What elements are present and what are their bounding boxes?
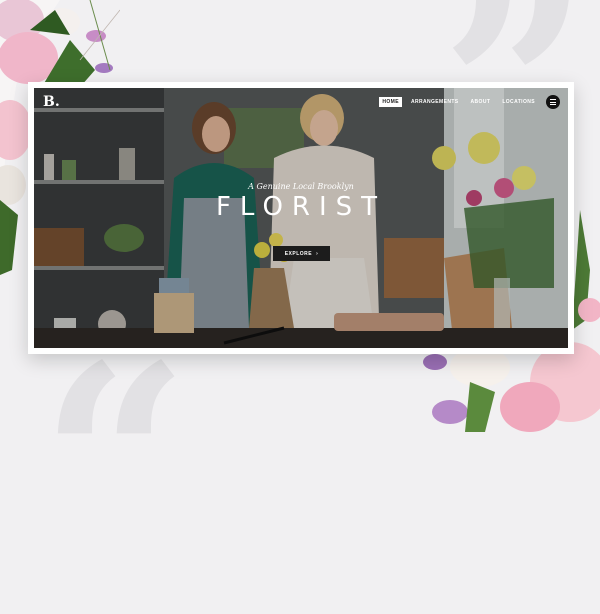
explore-button[interactable]: EXPLORE ›: [273, 246, 330, 261]
nav-item-arrangements[interactable]: ARRANGEMENTS: [408, 97, 462, 107]
chevron-right-icon: ›: [316, 250, 319, 257]
hero-tagline: A Genuine Local Brooklyn: [248, 182, 354, 191]
hamburger-icon[interactable]: [546, 95, 560, 109]
hero-section: B. HOME ARRANGEMENTS ABOUT LOCATIONS A G…: [34, 88, 568, 348]
website-preview-card: B. HOME ARRANGEMENTS ABOUT LOCATIONS A G…: [28, 82, 574, 354]
hero-headline: FLORIST: [215, 192, 387, 222]
quote-mark-bottom-icon: “: [40, 309, 190, 614]
site-logo[interactable]: B.: [43, 94, 60, 110]
nav-item-locations[interactable]: LOCATIONS: [499, 97, 538, 107]
nav-item-about[interactable]: ABOUT: [468, 97, 494, 107]
explore-button-label: EXPLORE: [284, 250, 313, 257]
nav-item-home[interactable]: HOME: [379, 97, 402, 107]
site-nav: HOME ARRANGEMENTS ABOUT LOCATIONS: [379, 97, 538, 107]
